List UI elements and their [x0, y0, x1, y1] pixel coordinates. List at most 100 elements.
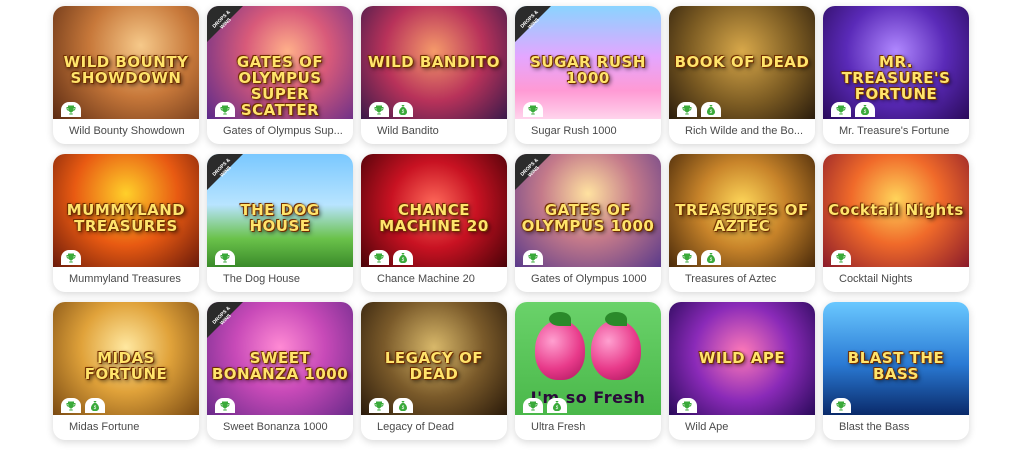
- game-title[interactable]: Wild Bandito: [361, 119, 507, 144]
- feature-badges: [523, 398, 567, 413]
- game-thumbnail[interactable]: TREASURES OF AZTEC: [669, 154, 815, 267]
- game-thumbnail[interactable]: GATES OF OLYMPUS SUPER SCATTER DROPS & WI…: [207, 6, 353, 119]
- game-thumbnail[interactable]: Cocktail Nights: [823, 154, 969, 267]
- feature-badges: [831, 102, 875, 117]
- game-card[interactable]: I'm so Fresh Ultra Fresh: [515, 302, 661, 440]
- money-bag-icon: [547, 398, 567, 413]
- trophy-icon: [215, 250, 235, 265]
- game-card[interactable]: BLAST THE BASS Blast the Bass: [823, 302, 969, 440]
- game-card[interactable]: THE DOG HOUSE DROPS & WINS The Dog House: [207, 154, 353, 292]
- trophy-icon: [677, 102, 697, 117]
- game-title[interactable]: Sugar Rush 1000: [515, 119, 661, 144]
- game-card[interactable]: WILD BOUNTY SHOWDOWN Wild Bounty Showdown: [53, 6, 199, 144]
- game-title[interactable]: Gates of Olympus Sup...: [207, 119, 353, 144]
- game-title[interactable]: The Dog House: [207, 267, 353, 292]
- game-logo-text: BOOK OF DEAD: [674, 53, 810, 71]
- game-thumbnail[interactable]: MR. TREASURE'S FORTUNE: [823, 6, 969, 119]
- leaf-image: [605, 312, 627, 326]
- feature-badges: [369, 102, 413, 117]
- game-title[interactable]: Legacy of Dead: [361, 415, 507, 440]
- game-card[interactable]: TREASURES OF AZTEC Treasures of Aztec: [669, 154, 815, 292]
- game-card[interactable]: BOOK OF DEAD Rich Wilde and the Bo...: [669, 6, 815, 144]
- feature-badges: [215, 398, 235, 413]
- game-thumbnail[interactable]: SWEET BONANZA 1000 DROPS & WINS: [207, 302, 353, 415]
- game-title[interactable]: Cocktail Nights: [823, 267, 969, 292]
- game-card[interactable]: GATES OF OLYMPUS SUPER SCATTER DROPS & WI…: [207, 6, 353, 144]
- game-title[interactable]: Midas Fortune: [53, 415, 199, 440]
- game-title[interactable]: Treasures of Aztec: [669, 267, 815, 292]
- game-logo-text: CHANCE MACHINE 20: [379, 201, 489, 235]
- trophy-icon: [369, 102, 389, 117]
- game-card[interactable]: Cocktail Nights Cocktail Nights: [823, 154, 969, 292]
- game-thumbnail[interactable]: BOOK OF DEAD: [669, 6, 815, 119]
- game-thumbnail[interactable]: BLAST THE BASS: [823, 302, 969, 415]
- feature-badges: [61, 398, 105, 413]
- game-card[interactable]: LEGACY OF DEAD Legacy of Dead: [361, 302, 507, 440]
- feature-badges: [523, 250, 543, 265]
- game-logo-text: WILD BOUNTY SHOWDOWN: [63, 53, 189, 87]
- feature-badges: [677, 250, 721, 265]
- feature-badges: [831, 250, 851, 265]
- game-logo-text: MUMMYLAND TREASURES: [66, 201, 186, 235]
- trophy-icon: [61, 102, 81, 117]
- game-title[interactable]: Mr. Treasure's Fortune: [823, 119, 969, 144]
- game-thumbnail[interactable]: I'm so Fresh: [515, 302, 661, 415]
- game-thumbnail[interactable]: LEGACY OF DEAD: [361, 302, 507, 415]
- game-thumbnail[interactable]: WILD APE: [669, 302, 815, 415]
- feature-badges: [831, 398, 851, 413]
- trophy-icon: [215, 398, 235, 413]
- game-title[interactable]: Chance Machine 20: [361, 267, 507, 292]
- game-grid: WILD BOUNTY SHOWDOWN Wild Bounty Showdown…: [53, 6, 969, 440]
- game-title[interactable]: Ultra Fresh: [515, 415, 661, 440]
- game-logo-text: TREASURES OF AZTEC: [675, 201, 809, 235]
- trophy-icon: [831, 250, 851, 265]
- feature-badges: [369, 250, 413, 265]
- feature-badges: [523, 102, 543, 117]
- game-thumbnail[interactable]: MIDAS FORTUNE: [53, 302, 199, 415]
- game-title[interactable]: Mummyland Treasures: [53, 267, 199, 292]
- game-card[interactable]: SUGAR RUSH 1000 DROPS & WINS Sugar Rush 10…: [515, 6, 661, 144]
- game-title[interactable]: Rich Wilde and the Bo...: [669, 119, 815, 144]
- money-bag-icon: [393, 102, 413, 117]
- game-title[interactable]: Wild Bounty Showdown: [53, 119, 199, 144]
- game-card[interactable]: MUMMYLAND TREASURES Mummyland Treasures: [53, 154, 199, 292]
- game-card[interactable]: CHANCE MACHINE 20 Chance Machine 20: [361, 154, 507, 292]
- trophy-icon: [523, 398, 543, 413]
- game-thumbnail[interactable]: THE DOG HOUSE DROPS & WINS: [207, 154, 353, 267]
- trophy-icon: [61, 250, 81, 265]
- feature-badges: [677, 102, 721, 117]
- trophy-icon: [831, 398, 851, 413]
- game-card[interactable]: GATES OF OLYMPUS 1000 DROPS & WINS Gates o…: [515, 154, 661, 292]
- game-thumbnail[interactable]: MUMMYLAND TREASURES: [53, 154, 199, 267]
- game-card[interactable]: WILD BANDITO Wild Bandito: [361, 6, 507, 144]
- trophy-icon: [677, 250, 697, 265]
- game-title[interactable]: Blast the Bass: [823, 415, 969, 440]
- trophy-icon: [523, 102, 543, 117]
- game-logo-text: THE DOG HOUSE: [240, 201, 320, 235]
- game-thumbnail[interactable]: CHANCE MACHINE 20: [361, 154, 507, 267]
- feature-badges: [677, 398, 697, 413]
- game-logo-text: GATES OF OLYMPUS 1000: [521, 201, 655, 235]
- trophy-icon: [369, 398, 389, 413]
- trophy-icon: [61, 398, 81, 413]
- feature-badges: [215, 102, 235, 117]
- game-thumbnail[interactable]: WILD BANDITO: [361, 6, 507, 119]
- feature-badges: [61, 102, 81, 117]
- game-card[interactable]: SWEET BONANZA 1000 DROPS & WINS Sweet Bona…: [207, 302, 353, 440]
- game-logo-text: MIDAS FORTUNE: [84, 349, 168, 383]
- money-bag-icon: [855, 102, 875, 117]
- game-thumbnail[interactable]: GATES OF OLYMPUS 1000 DROPS & WINS: [515, 154, 661, 267]
- trophy-icon: [369, 250, 389, 265]
- feature-badges: [369, 398, 413, 413]
- game-card[interactable]: MIDAS FORTUNE Midas Fortune: [53, 302, 199, 440]
- money-bag-icon: [701, 250, 721, 265]
- game-card[interactable]: WILD APE Wild Ape: [669, 302, 815, 440]
- feature-badges: [215, 250, 235, 265]
- game-title[interactable]: Gates of Olympus 1000: [515, 267, 661, 292]
- game-thumbnail[interactable]: SUGAR RUSH 1000 DROPS & WINS: [515, 6, 661, 119]
- game-title[interactable]: Wild Ape: [669, 415, 815, 440]
- game-card[interactable]: MR. TREASURE'S FORTUNE Mr. Treasure's For…: [823, 6, 969, 144]
- game-thumbnail[interactable]: WILD BOUNTY SHOWDOWN: [53, 6, 199, 119]
- trophy-icon: [523, 250, 543, 265]
- game-title[interactable]: Sweet Bonanza 1000: [207, 415, 353, 440]
